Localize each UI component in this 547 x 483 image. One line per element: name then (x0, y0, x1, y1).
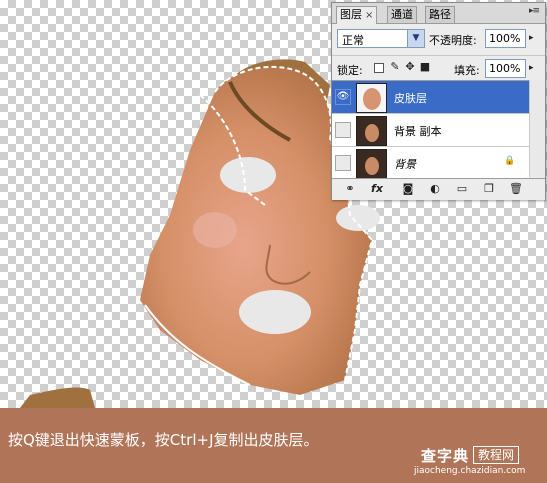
fx-icon[interactable]: fx (370, 182, 384, 196)
visibility-box-icon[interactable] (335, 122, 351, 138)
fill-label: 填充: (454, 64, 480, 77)
layer-list-scrollbar[interactable] (529, 80, 545, 177)
layer-name: 背景 副本 (394, 125, 442, 138)
tab-paths-label: 路径 (429, 8, 451, 21)
folder-icon[interactable]: ▭ (455, 182, 469, 196)
layer-thumbnail (356, 149, 387, 179)
tab-layers[interactable]: 图层 × (336, 6, 378, 24)
adjustment-icon[interactable]: ◐ (428, 182, 442, 196)
lock-row: 锁定: ✎ ✥ ■ 填充: 100% ▸ (332, 55, 545, 80)
panel-menu-icon[interactable]: ▸≡ (529, 6, 540, 16)
tab-close-icon[interactable]: × (365, 10, 373, 21)
new-layer-icon[interactable]: ❐ (482, 182, 496, 196)
tab-channels-label: 通道 (391, 8, 413, 21)
link-icon[interactable]: ⚭ (343, 182, 357, 196)
visibility-box-icon[interactable] (335, 155, 351, 171)
layer-list: 👁 皮肤层 背景 副本 背景 🔒 (332, 80, 529, 180)
watermark-url: jiaocheng.chazidian.com (414, 466, 526, 476)
opacity-input[interactable]: 100% (485, 29, 526, 48)
lock-icon: 🔒 (504, 156, 516, 166)
layer-row-background[interactable]: 背景 🔒 (332, 147, 529, 180)
lock-label: 锁定: (337, 64, 363, 77)
panel-bottom-bar: ⚭ fx ◙ ◐ ▭ ❐ 🗑 (332, 178, 545, 200)
fill-input[interactable]: 100% (485, 59, 526, 78)
watermark-subtitle: 教程网 (473, 446, 520, 464)
tab-layers-label: 图层 (340, 8, 362, 21)
layer-row-skin[interactable]: 👁 皮肤层 (332, 81, 529, 114)
layer-row-background-copy[interactable]: 背景 副本 (332, 114, 529, 147)
layers-panel: 图层 × 通道 路径 ▸≡ 正常 ▼ 不透明度: 100% ▸ 锁定: ✎ ✥ ■… (331, 2, 546, 200)
blend-mode-select[interactable]: 正常 ▼ (337, 29, 425, 48)
panel-tabbar: 图层 × 通道 路径 ▸≡ (332, 3, 545, 24)
trash-icon[interactable]: 🗑 (509, 182, 523, 196)
tab-paths[interactable]: 路径 (425, 6, 455, 23)
caption-text: 按Q键退出快速蒙板，按Ctrl+J复制出皮肤层。 (8, 431, 319, 449)
portrait-thumbnail-icon (357, 150, 386, 178)
layer-name: 皮肤层 (394, 92, 427, 105)
lock-transparency-icon[interactable] (374, 63, 384, 73)
portrait-thumbnail-icon (357, 117, 386, 145)
opacity-label: 不透明度: (429, 34, 477, 47)
lock-image-brush-icon[interactable]: ✎ (389, 61, 401, 73)
opacity-arrow-icon[interactable]: ▸ (529, 33, 534, 43)
mask-icon[interactable]: ◙ (401, 182, 415, 196)
lock-all-icon[interactable]: ■ (419, 61, 431, 73)
watermark-title: 查字典 (421, 447, 470, 465)
layer-name: 背景 (394, 158, 416, 171)
layer-thumbnail (356, 116, 387, 146)
fill-arrow-icon[interactable]: ▸ (529, 63, 534, 73)
lock-position-move-icon[interactable]: ✥ (404, 61, 416, 73)
tab-channels[interactable]: 通道 (387, 6, 417, 23)
blend-row: 正常 ▼ 不透明度: 100% ▸ (332, 25, 545, 51)
blend-mode-value: 正常 (342, 34, 364, 47)
layer-thumbnail (356, 83, 387, 113)
skin-thumbnail-icon (363, 88, 381, 110)
eye-icon[interactable]: 👁 (335, 89, 351, 105)
chevron-down-icon[interactable]: ▼ (407, 30, 424, 47)
